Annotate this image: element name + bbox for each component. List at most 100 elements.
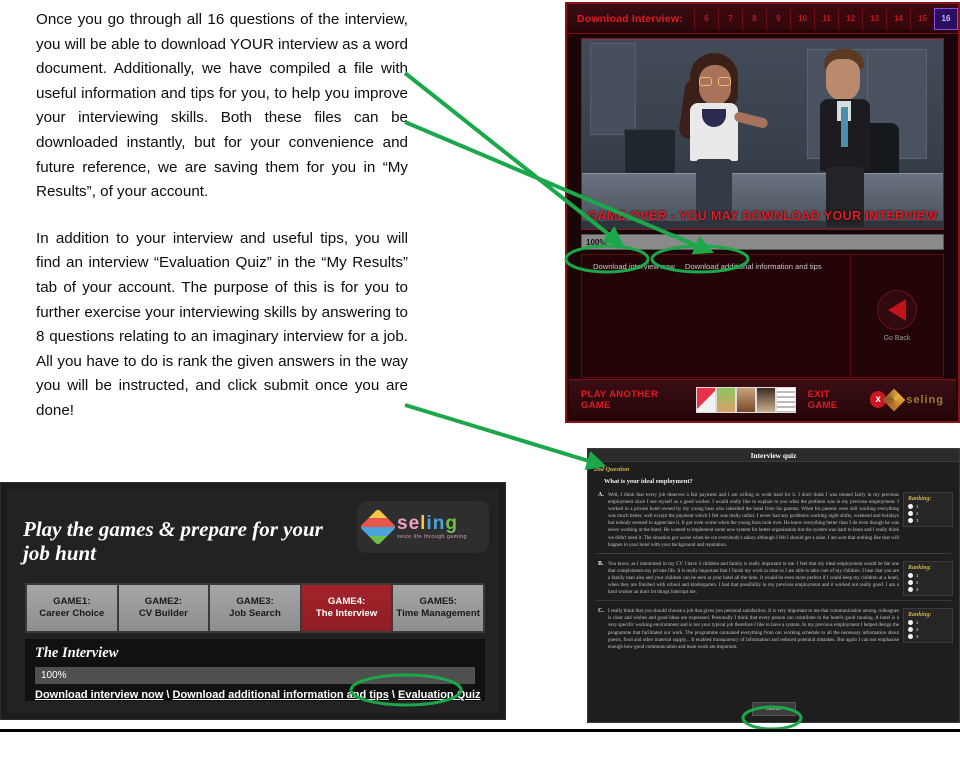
game-tab-2[interactable]: GAME2: CV Builder: [118, 585, 209, 631]
question-number-6[interactable]: 6: [694, 7, 718, 30]
ranking-option-3[interactable]: 3: [908, 634, 948, 640]
evaluation-quiz-screenshot: Interview quiz 2nd Question What is your…: [587, 448, 960, 723]
ranking-box[interactable]: Ranking: 1 2 3: [903, 608, 953, 644]
game-tab-5[interactable]: GAME5: Time Management: [393, 585, 483, 631]
character-interviewer-man: [810, 49, 882, 227]
answer-letter: B.: [598, 560, 604, 567]
radio-icon[interactable]: [908, 518, 913, 523]
game-tab-heading: GAME2:: [144, 596, 183, 607]
answer-letter: A.: [598, 492, 604, 498]
portal-headline: Play the games & prepare for your job hu…: [23, 517, 323, 565]
go-back-button[interactable]: Go Back: [850, 254, 944, 378]
question-number-10[interactable]: 10: [790, 7, 814, 30]
go-back-label: Go Back: [883, 335, 911, 342]
radio-icon[interactable]: [908, 627, 913, 633]
ranking-box[interactable]: Ranking: 1 2 3: [903, 560, 953, 596]
ranking-option-2[interactable]: 2: [908, 511, 948, 516]
ranking-option-label: 2: [916, 511, 919, 516]
ranking-option-2[interactable]: 2: [908, 579, 948, 585]
question-number-9[interactable]: 9: [766, 7, 790, 30]
ranking-option-label: 2: [916, 627, 919, 633]
game-thumb-4[interactable]: [755, 386, 776, 413]
portal-progress-bar: 100%: [35, 667, 475, 684]
question-number-11[interactable]: 11: [814, 7, 838, 30]
game-bottom-bar: PLAY ANOTHER GAME EXIT GAME x seling: [569, 379, 956, 419]
ranking-option-1[interactable]: 1: [908, 504, 948, 509]
play-another-game-label[interactable]: PLAY ANOTHER GAME: [581, 389, 686, 411]
ranking-title: Ranking:: [908, 564, 932, 571]
quiz-question-text: What is your ideal employment?: [604, 478, 693, 485]
exit-game-label[interactable]: EXIT GAME: [808, 389, 860, 411]
answer-letter: C.: [598, 608, 604, 615]
radio-icon[interactable]: [908, 572, 913, 578]
radio-icon[interactable]: [908, 579, 913, 585]
question-number-strip[interactable]: 6 7 8 9 10 11 12 13 14 15 16: [694, 7, 958, 30]
question-number-8[interactable]: 8: [742, 7, 766, 30]
ranking-option-label: 1: [916, 620, 919, 626]
ranking-option-label: 1: [916, 572, 919, 578]
character-interviewee-woman: [677, 53, 769, 223]
ranking-option-1[interactable]: 1: [908, 572, 948, 578]
game-thumb-2[interactable]: [715, 386, 736, 413]
ranking-title: Ranking:: [908, 496, 932, 502]
quiz-question-label: 2nd Question: [594, 466, 630, 473]
question-number-7[interactable]: 7: [718, 7, 742, 30]
office-door: [590, 43, 636, 135]
arrow-to-quiz: [404, 403, 607, 471]
game-tab-name: Career Choice: [39, 608, 105, 619]
game-over-banner: GAME OVER - YOU MAY DOWNLOAD YOUR INTERV…: [587, 209, 938, 223]
question-number-12[interactable]: 12: [838, 7, 862, 30]
question-number-15[interactable]: 15: [910, 7, 934, 30]
link-separator-1: \: [163, 689, 173, 701]
radio-icon[interactable]: [908, 586, 913, 592]
question-number-13[interactable]: 13: [862, 7, 886, 30]
quiz-answer-a: A. Well, I think that every job deserves …: [588, 492, 959, 549]
ranking-option-3[interactable]: 3: [908, 518, 948, 523]
ranking-box[interactable]: Ranking: 1 2 3: [903, 492, 953, 527]
game-tab-list[interactable]: GAME1: Career Choice GAME2: CV Builder GAME3…: [25, 583, 485, 633]
radio-icon[interactable]: [908, 620, 913, 626]
quiz-header: Interview quiz: [588, 449, 959, 462]
portal-inner: Play the games & prepare for your job hu…: [7, 489, 499, 713]
seling-logo-portal: seling seize life through gaming: [357, 501, 489, 553]
radio-icon[interactable]: [908, 511, 913, 516]
go-back-circle: [877, 290, 917, 330]
portal-link-row: Download interview now \ Download additi…: [35, 689, 481, 701]
answer-text: Well, I think that every job deserves a …: [608, 492, 899, 548]
ranking-option-1[interactable]: 1: [908, 620, 948, 626]
question-number-14[interactable]: 14: [886, 7, 910, 30]
portal-link-evaluation-quiz[interactable]: Evaluation Quiz: [398, 689, 481, 701]
ranking-option-3[interactable]: 3: [908, 586, 948, 592]
glasses-icon: [699, 77, 731, 86]
portal-link-download-tips[interactable]: Download additional information and tips: [173, 689, 389, 701]
game-tab-4[interactable]: GAME4: The Interview: [301, 585, 392, 631]
filing-cabinet: [624, 129, 676, 177]
portal-link-download-interview[interactable]: Download interview now: [35, 689, 163, 701]
ranking-option-label: 2: [916, 579, 919, 585]
radio-icon[interactable]: [908, 504, 913, 509]
game-tab-1[interactable]: GAME1: Career Choice: [27, 585, 117, 631]
seling-tagline: seize life through gaming: [397, 534, 467, 540]
question-number-16[interactable]: 16: [934, 7, 958, 30]
paragraph-2: In addition to your interview and useful…: [36, 229, 408, 419]
document-body: Once you go through all 16 questions of …: [36, 8, 408, 446]
game-thumb-1[interactable]: [695, 386, 716, 413]
game-thumbnails[interactable]: [695, 386, 796, 413]
game-tab-name: The Interview: [315, 608, 378, 619]
quiz-submit-button[interactable]: Submit: [751, 702, 796, 716]
game-tab-name: Time Management: [396, 608, 480, 619]
quiz-answer-b: B. You know, as I mentioned in my CV I ha…: [588, 560, 959, 596]
game-progress-label: 100%: [586, 237, 607, 247]
answer-divider: [596, 600, 951, 602]
game-tab-heading: GAME5:: [419, 596, 457, 607]
game-tab-3[interactable]: GAME3: Job Search: [210, 585, 300, 631]
ranking-option-2[interactable]: 2: [908, 627, 948, 633]
game-thumb-3[interactable]: [735, 386, 756, 413]
game-link-download-interview[interactable]: Download interview now: [593, 262, 675, 271]
game-thumb-5[interactable]: [775, 386, 796, 413]
game-link-download-tips[interactable]: Download additional information and tips: [685, 262, 822, 271]
radio-icon[interactable]: [908, 634, 913, 640]
quiz-answer-c: C. I really think that you should choose …: [588, 608, 959, 651]
game-download-panel: Download interview now Download addition…: [581, 254, 853, 378]
games-portal-screenshot: Play the games & prepare for your job hu…: [0, 482, 506, 720]
